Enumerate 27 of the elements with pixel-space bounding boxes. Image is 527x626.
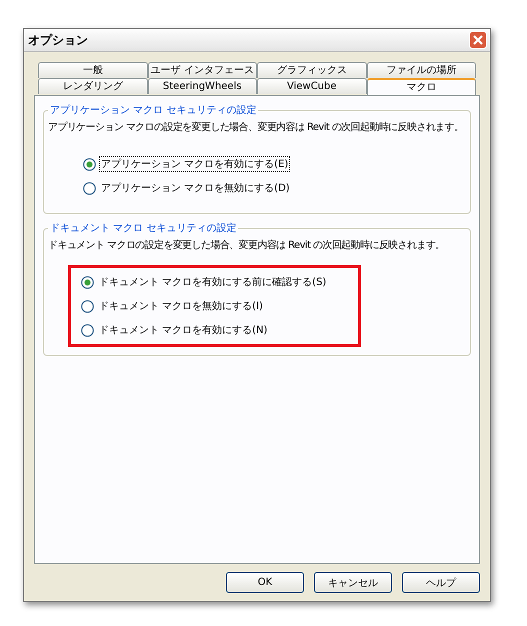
- window-title: オプション: [28, 32, 88, 48]
- radio-button[interactable]: [83, 158, 96, 170]
- close-icon[interactable]: [469, 31, 487, 49]
- description-text: ドキュメント マクロの設定を変更した場合、変更内容は Revit の次回起動時に反映されます。: [48, 239, 445, 253]
- tab[interactable]: ファイルの場所: [366, 62, 476, 78]
- radio-label[interactable]: ドキュメント マクロを無効にする(I): [97, 298, 265, 314]
- dialog-button[interactable]: キャンセル: [314, 572, 392, 593]
- group-title: ドキュメント マクロ セキュリティの設定: [48, 221, 238, 235]
- radio-button[interactable]: [81, 300, 94, 312]
- tab[interactable]: マクロ: [366, 78, 476, 95]
- tab[interactable]: 一般: [38, 62, 148, 78]
- tab[interactable]: SteeringWheels: [148, 78, 257, 94]
- radio-button[interactable]: [81, 324, 94, 336]
- tab[interactable]: グラフィックス: [257, 62, 366, 78]
- dialog-button[interactable]: ヘルプ: [402, 572, 480, 593]
- description-text: アプリケーション マクロの設定を変更した場合、変更内容は Revit の次回起動時に反映されます。: [48, 121, 464, 135]
- tab[interactable]: ViewCube: [257, 78, 366, 94]
- tab[interactable]: レンダリング: [38, 78, 148, 94]
- dialog-button[interactable]: OK: [226, 572, 304, 593]
- radio-label[interactable]: アプリケーション マクロを有効にする(E): [99, 156, 290, 172]
- group-title: アプリケーション マクロ セキュリティの設定: [48, 103, 258, 117]
- radio-label[interactable]: ドキュメント マクロを有効にする(N): [97, 322, 270, 338]
- radio-button[interactable]: [81, 276, 94, 288]
- radio-button[interactable]: [83, 182, 96, 194]
- tab[interactable]: ユーザ インタフェース: [148, 62, 257, 78]
- radio-label[interactable]: ドキュメント マクロを有効にする前に確認する(S): [97, 274, 328, 290]
- radio-label[interactable]: アプリケーション マクロを無効にする(D): [99, 180, 292, 196]
